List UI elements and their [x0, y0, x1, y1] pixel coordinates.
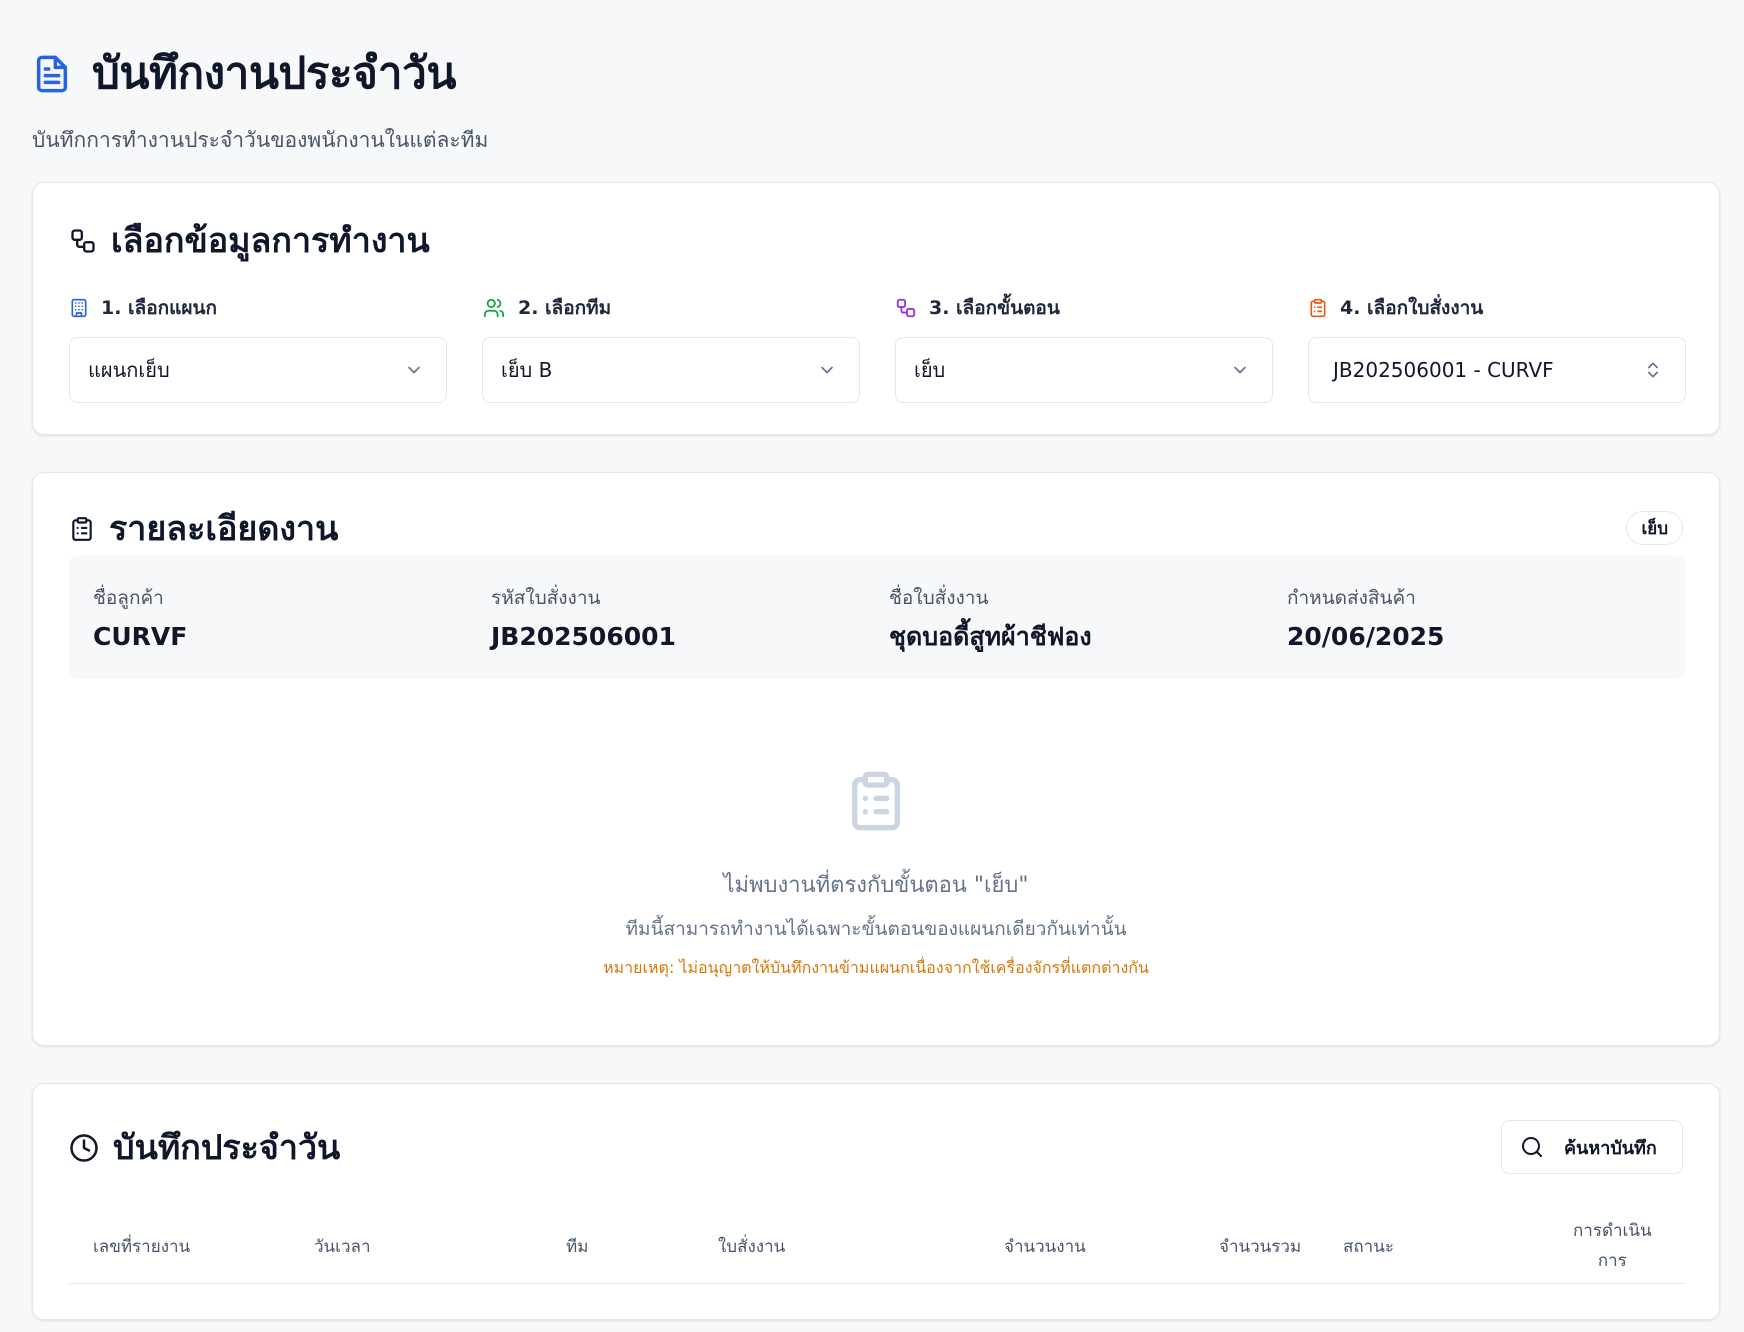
customer-info: ชื่อลูกค้า CURVF — [93, 585, 187, 653]
column-header-team[interactable]: ทีม — [566, 1208, 588, 1284]
team-selector: 2. เลือกทีม เย็บ B — [482, 293, 860, 403]
daily-logs-card: บันทึกประจำวัน ค้นหาบันทึก เลขที่รายงาน … — [32, 1083, 1720, 1320]
page-subtitle: บันทึกการทำงานประจำวันของพนักงานในแต่ละท… — [32, 128, 489, 152]
job-name-info: ชื่อใบสั่งงาน ชุดบอดี้สูทผ้าชีฟอง — [889, 585, 1092, 653]
column-header-quantity[interactable]: จำนวนงาน — [1004, 1208, 1086, 1284]
job-info-panel: ชื่อลูกค้า CURVF รหัสใบสั่งงาน JB2025060… — [69, 555, 1685, 679]
file-text-icon — [32, 51, 72, 97]
daily-logs-header: บันทึกประจำวัน — [69, 1126, 340, 1170]
department-label: 1. เลือกแผนก — [69, 293, 447, 323]
due-date-label: กำหนดส่งสินค้า — [1287, 587, 1416, 609]
empty-state-note: หมายเหตุ: ไม่อนุญาตให้บันทึกงานข้ามแผนกเ… — [603, 958, 1149, 977]
column-header-actions: การดำเนิน การ — [1573, 1208, 1652, 1284]
selection-card-header: เลือกข้อมูลการทำงาน — [69, 219, 430, 263]
chevron-down-icon — [817, 360, 837, 380]
search-logs-label: ค้นหาบันทึก — [1564, 1137, 1657, 1158]
team-label-text: 2. เลือกทีม — [518, 297, 612, 319]
clock-icon — [69, 1133, 99, 1163]
column-header-job-order[interactable]: ใบสั่งงาน — [718, 1208, 785, 1284]
due-date-value: 20/06/2025 — [1287, 622, 1445, 651]
logs-table-header: เลขที่รายงาน วันเวลา ทีม ใบสั่งงาน จำนวน… — [69, 1208, 1685, 1284]
job-code-value: JB202506001 — [491, 622, 676, 651]
department-label-text: 1. เลือกแผนก — [101, 297, 217, 319]
job-name-value: ชุดบอดี้สูทผ้าชีฟอง — [889, 622, 1092, 651]
clipboard-list-icon — [1308, 297, 1328, 319]
due-date-info: กำหนดส่งสินค้า 20/06/2025 — [1287, 585, 1444, 653]
users-icon — [482, 297, 506, 319]
column-header-actions-line1: การดำเนิน — [1573, 1221, 1652, 1241]
page-title: บันทึกงานประจำวัน — [92, 48, 456, 99]
team-label: 2. เลือกทีม — [482, 293, 860, 323]
job-order-selector: 4. เลือกใบสั่งงาน JB202506001 - CURVF — [1308, 293, 1686, 403]
job-details-header: รายละเอียดงาน — [69, 507, 338, 551]
column-header-report-no[interactable]: เลขที่รายงาน — [93, 1208, 190, 1284]
building-icon — [69, 297, 89, 319]
department-select[interactable]: แผนกเย็บ — [69, 337, 447, 403]
column-header-actions-line2: การ — [1597, 1251, 1627, 1271]
clipboard-list-icon — [844, 765, 908, 837]
search-logs-button[interactable]: ค้นหาบันทึก — [1501, 1120, 1683, 1174]
job-order-select-value: JB202506001 - CURVF — [1333, 358, 1554, 382]
customer-value: CURVF — [93, 622, 188, 651]
team-select-value: เย็บ B — [501, 358, 553, 382]
department-select-value: แผนกเย็บ — [88, 358, 170, 382]
job-code-label: รหัสใบสั่งงาน — [491, 587, 601, 609]
clipboard-list-icon — [69, 514, 95, 544]
column-header-status[interactable]: สถานะ — [1343, 1208, 1394, 1284]
empty-state-title: ไม่พบงานที่ตรงกับขั้นตอน "เย็บ" — [723, 873, 1029, 898]
daily-logs-title: บันทึกประจำวัน — [113, 1128, 341, 1168]
step-label: 3. เลือกขั้นตอน — [895, 293, 1273, 323]
step-select[interactable]: เย็บ — [895, 337, 1273, 403]
empty-state: ไม่พบงานที่ตรงกับขั้นตอน "เย็บ" ทีมนี้สา… — [33, 765, 1719, 981]
step-select-value: เย็บ — [914, 358, 946, 382]
job-order-label-text: 4. เลือกใบสั่งงาน — [1340, 297, 1484, 319]
customer-label: ชื่อลูกค้า — [93, 587, 164, 609]
workflow-icon — [69, 227, 97, 255]
department-selector: 1. เลือกแผนก แผนกเย็บ — [69, 293, 447, 403]
job-details-card: รายละเอียดงาน เย็บ ชื่อลูกค้า CURVF รหัส… — [32, 472, 1720, 1046]
workflow-icon — [895, 297, 917, 319]
job-order-label: 4. เลือกใบสั่งงาน — [1308, 293, 1686, 323]
job-details-title: รายละเอียดงาน — [109, 509, 339, 549]
step-badge: เย็บ — [1626, 511, 1683, 545]
column-header-total[interactable]: จำนวนรวม — [1219, 1208, 1301, 1284]
chevron-down-icon — [404, 360, 424, 380]
team-select[interactable]: เย็บ B — [482, 337, 860, 403]
chevrons-up-down-icon — [1643, 359, 1663, 381]
job-code-info: รหัสใบสั่งงาน JB202506001 — [491, 585, 676, 653]
search-icon — [1520, 1135, 1544, 1159]
step-label-text: 3. เลือกขั้นตอน — [929, 297, 1060, 319]
selection-card: เลือกข้อมูลการทำงาน 1. เลือกแผนก แผนกเย็… — [32, 182, 1720, 435]
job-order-select[interactable]: JB202506001 - CURVF — [1308, 337, 1686, 403]
selection-card-title: เลือกข้อมูลการทำงาน — [111, 221, 430, 261]
page-header: บันทึกงานประจำวัน บันทึกการทำงานประจำวัน… — [32, 44, 488, 157]
job-name-label: ชื่อใบสั่งงาน — [889, 587, 989, 609]
chevron-down-icon — [1230, 360, 1250, 380]
step-selector: 3. เลือกขั้นตอน เย็บ — [895, 293, 1273, 403]
column-header-datetime[interactable]: วันเวลา — [314, 1208, 371, 1284]
empty-state-subtitle: ทีมนี้สามารถทำงานได้เฉพาะขั้นตอนของแผนกเ… — [625, 918, 1127, 940]
